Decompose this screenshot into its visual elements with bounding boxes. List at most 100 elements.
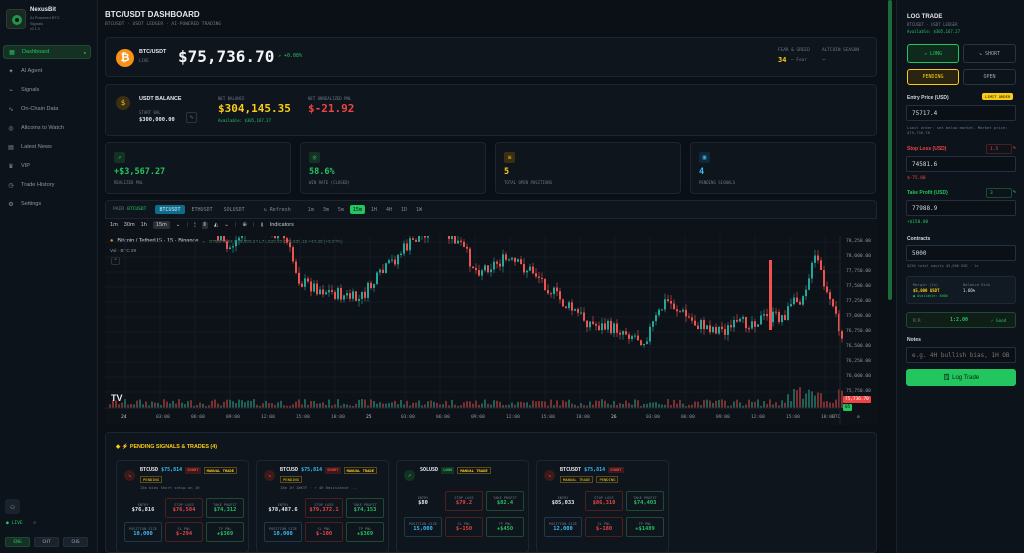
contracts-input[interactable]: 5000 [906, 245, 1016, 261]
take-profit-input[interactable]: 77988.9 [906, 200, 1016, 216]
chart-settings-icon[interactable]: ⚙ [857, 415, 860, 420]
compare-icon[interactable]: ⊕ [242, 222, 247, 228]
tv-interval-30m[interactable]: 30m [124, 222, 135, 228]
indicators-button[interactable]: Indicators [270, 222, 294, 228]
layers-icon: ≡ [504, 152, 515, 163]
bar-style-icon[interactable]: ⫴ [201, 221, 208, 229]
notes-input[interactable] [906, 347, 1016, 363]
tf-15m[interactable]: 15m [349, 205, 365, 214]
tab-btcusdt[interactable]: BTCUSDT [155, 205, 185, 214]
active-dot-icon: ● [83, 49, 86, 55]
volume-bar [346, 404, 348, 408]
volume-bar [655, 402, 657, 408]
volume-bar [826, 401, 828, 408]
tv-interval-1m[interactable]: 1m [110, 222, 118, 228]
stop-loss-pct-input[interactable]: 1.5 [986, 144, 1012, 154]
log-trade-sub: BTCUSDT · USDT LEDGER [907, 22, 958, 27]
edit-balance-icon[interactable]: ✎ [186, 112, 197, 123]
signal-card[interactable]: ↘ BTCUSD $75,814 SHORT MANUAL TRADE PENDING… [256, 460, 389, 553]
indicators-icon[interactable]: ⫫ [260, 222, 263, 229]
side-badge: LONG [441, 467, 455, 474]
stop-loss-input[interactable]: 74581.6 [906, 156, 1016, 172]
tf-1h[interactable]: 1H [368, 205, 380, 214]
volume-bar [565, 401, 567, 408]
timezone-label[interactable]: UTC [832, 415, 840, 420]
theme-toggle-icon[interactable]: ☼ [33, 520, 37, 527]
signal-card[interactable]: ↘ BTCUSDT $75,814 SHORT MANUAL TRADE PENDIN… [536, 460, 669, 553]
short-button[interactable]: ↘ SHORT [963, 44, 1016, 63]
signal-card[interactable]: ↘ BTCUSD $75,814 SHORT MANUAL TRADE PENDING… [116, 460, 249, 553]
candle-body [418, 236, 420, 242]
position-size-cell: POSITION SIZE 15,000 [404, 517, 442, 537]
tf-1m[interactable]: 1m [305, 205, 317, 214]
chevron-down-icon[interactable]: ⌄ [224, 222, 229, 228]
sidebar-item-altcoins[interactable]: ◎ Altcoins to Watch [3, 121, 91, 135]
sidebar-item-signals[interactable]: ⌁ Signals [3, 83, 91, 97]
stat-label: WIN RATE (CLOSED) [309, 180, 350, 185]
sl-pnl-cell: SL PNL $-180 [585, 517, 623, 537]
volume-bar [424, 404, 426, 408]
pending-button[interactable]: PENDING [907, 69, 959, 85]
candle-body [823, 270, 825, 287]
candle-body [382, 269, 384, 273]
dollar-icon: $ [116, 96, 130, 110]
lang-eng-button[interactable]: ENG [5, 537, 30, 547]
candle-body [691, 317, 693, 321]
sidebar-item-vip[interactable]: ♛ VIP [3, 159, 91, 173]
volume-bar [451, 399, 453, 408]
refresh-button[interactable]: ↻ Refresh [260, 205, 295, 214]
tv-interval-15m[interactable]: 15m [152, 221, 170, 229]
risk-value: 1.66% [963, 288, 976, 293]
y-tick: 76,750.00 [846, 329, 871, 334]
candle-body [283, 236, 285, 239]
y-tick: 76,250.00 [846, 359, 871, 364]
main-scrollbar[interactable] [888, 0, 892, 300]
candle-body [406, 243, 408, 251]
volume-bar [370, 399, 372, 408]
signal-card[interactable]: ↗ SOLUSD LONG MANUAL TRADE ENTRY $80 STOP L… [396, 460, 529, 553]
lang-chs-button[interactable]: CHS [63, 537, 88, 547]
sidebar-item-settings[interactable]: ⚙ Settings [3, 197, 91, 211]
entry-price-input[interactable]: 75717.4 [906, 105, 1016, 121]
area-style-icon[interactable]: ◭ [214, 222, 218, 228]
volume-bar [229, 399, 231, 408]
tf-1d[interactable]: 1D [398, 205, 410, 214]
sidebar-item-on-chain-data[interactable]: ∿ On-Chain Data [3, 102, 91, 116]
volume-bar [361, 399, 363, 408]
log-trade-button[interactable]: 🗒 Log Trade [906, 369, 1016, 386]
available-balance: Available: $305,167.27 [218, 118, 271, 123]
candle-body [745, 316, 747, 329]
user-avatar-icon[interactable]: ⚇ [5, 499, 20, 514]
tf-3m[interactable]: 3m [320, 205, 332, 214]
volume-bar [679, 399, 681, 408]
open-button[interactable]: OPEN [963, 69, 1016, 85]
candle-style-icon[interactable]: 🕯 [194, 222, 196, 229]
tf-4h[interactable]: 4H [383, 205, 395, 214]
eye-icon: ◎ [8, 125, 14, 132]
tab-ethusdt[interactable]: ETHUSDT [188, 205, 217, 214]
candle-body [832, 299, 834, 307]
take-profit-pct-input[interactable]: 3 [986, 188, 1012, 198]
candle-body [730, 325, 732, 328]
sidebar-item-dashboard[interactable]: ▦ Dashboard ● [3, 45, 91, 59]
tab-solusdt[interactable]: SOLUSDT [220, 205, 249, 214]
tf-1w[interactable]: 1W [413, 205, 425, 214]
unrealized-pnl-value: $-21.92 [308, 102, 355, 115]
x-tick: 24 [121, 415, 127, 420]
tv-interval-1h[interactable]: 1h [141, 222, 147, 228]
volume-bar [736, 399, 738, 408]
sidebar-item-trade-history[interactable]: ◷ Trade History [3, 178, 91, 192]
chevron-down-icon[interactable]: ⌄ [176, 222, 181, 228]
stat-label: REALIZED PNL [114, 180, 143, 185]
sidebar-item-latest-news[interactable]: ▤ Latest News [3, 140, 91, 154]
long-button[interactable]: ↗ LONG [907, 44, 959, 63]
sidebar-item-ai-agent[interactable]: ✦ AI Agent [3, 64, 91, 78]
volume-bar [823, 401, 825, 408]
volume-bar [733, 401, 735, 408]
tag-badge: MANUAL TRADE [203, 467, 238, 474]
position-size-cell: POSITION SIZE 10,000 [124, 522, 162, 542]
balance-card: $ USDT BALANCE START BAL $300,000.00 ✎ N… [105, 84, 877, 136]
lang-cht-button[interactable]: CHT [34, 537, 59, 547]
clock-icon: ◷ [8, 182, 14, 189]
tf-5m[interactable]: 5m [335, 205, 347, 214]
